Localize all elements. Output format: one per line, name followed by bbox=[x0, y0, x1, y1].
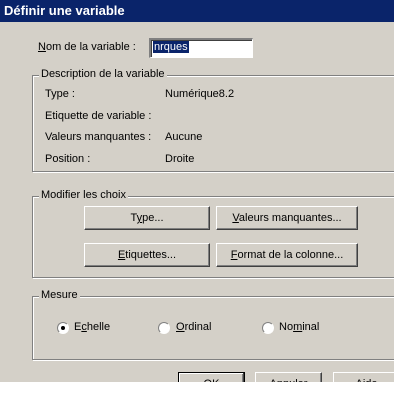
type-value: Numérique8.2 bbox=[165, 88, 235, 100]
dialog-title: Définir une variable bbox=[0, 0, 394, 22]
scale-radio[interactable] bbox=[57, 322, 69, 334]
column-format-button[interactable]: Format de la colonne... bbox=[216, 243, 358, 267]
measure-legend: Mesure bbox=[39, 289, 80, 301]
missing-values-button[interactable]: Valeurs manquantes... bbox=[216, 206, 358, 230]
nominal-radio-label[interactable]: Nominal bbox=[279, 321, 319, 333]
ok-button[interactable]: OK bbox=[178, 372, 245, 382]
modify-choices-legend: Modifier les choix bbox=[39, 189, 128, 201]
value-labels-button[interactable]: Etiquettes... bbox=[84, 243, 210, 267]
nominal-radio[interactable] bbox=[262, 322, 274, 334]
type-label: Type : bbox=[45, 88, 75, 100]
define-variable-dialog: Définir une variable Nom de la variable … bbox=[0, 0, 394, 382]
ordinal-radio[interactable] bbox=[158, 322, 170, 334]
missing-values-label: Valeurs manquantes : bbox=[45, 131, 152, 143]
variable-label-label: Etiquette de variable : bbox=[45, 110, 152, 122]
scale-radio-label[interactable]: Echelle bbox=[74, 321, 110, 333]
variable-name-label: Nom de la variable : bbox=[38, 41, 136, 53]
type-button[interactable]: Type... bbox=[84, 206, 210, 230]
help-button[interactable]: Aide bbox=[333, 372, 394, 382]
cancel-button[interactable]: Annuler bbox=[255, 372, 322, 382]
variable-name-input[interactable]: nrques bbox=[149, 38, 253, 58]
ordinal-radio-label[interactable]: Ordinal bbox=[176, 321, 211, 333]
description-legend: Description de la variable bbox=[39, 68, 167, 80]
missing-values-value: Aucune bbox=[165, 131, 203, 143]
alignment-label: Position : bbox=[45, 153, 91, 165]
alignment-value: Droite bbox=[165, 153, 195, 165]
